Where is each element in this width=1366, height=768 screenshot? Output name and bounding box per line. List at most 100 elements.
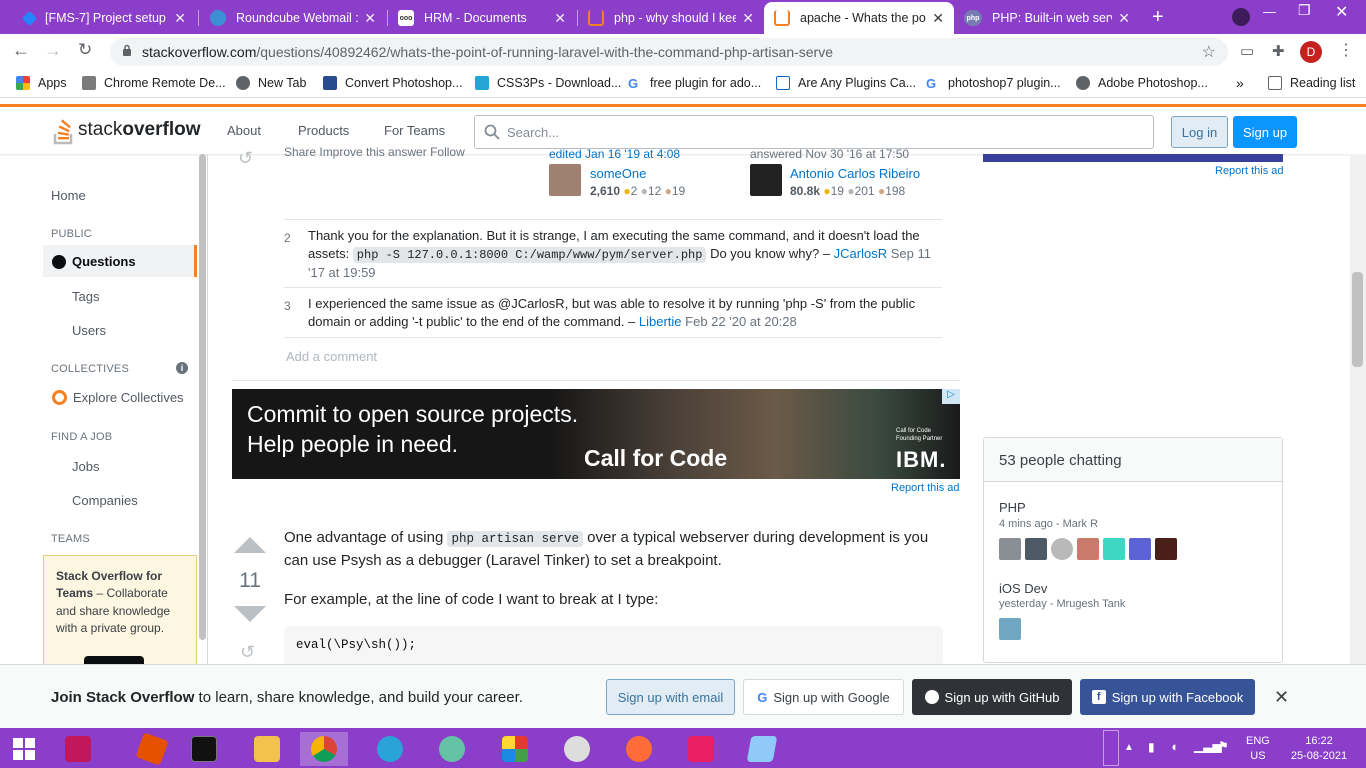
bookmark-photoshop7[interactable]: Gphotoshop7 plugin...: [926, 76, 1061, 91]
cmd-app-icon[interactable]: [180, 732, 228, 766]
chat-room-php[interactable]: PHP: [999, 500, 1026, 515]
chat-title[interactable]: 53 people chatting: [984, 438, 1282, 482]
bookmark-css3ps[interactable]: CSS3Ps - Download...: [475, 76, 621, 90]
avatar[interactable]: [999, 538, 1021, 560]
notes-app-icon[interactable]: [738, 732, 786, 766]
page-scrollbar-thumb[interactable]: [1352, 272, 1363, 367]
avatar[interactable]: [1129, 538, 1151, 560]
restore-icon[interactable]: ❐: [1298, 2, 1311, 19]
avatar[interactable]: [1103, 538, 1125, 560]
cast-icon[interactable]: ▭: [1240, 42, 1254, 60]
menu-icon[interactable]: ⋮: [1338, 40, 1354, 60]
back-icon[interactable]: ←: [12, 40, 30, 61]
app-icon-colorful[interactable]: [491, 732, 539, 766]
nav-about[interactable]: About: [227, 123, 261, 138]
sidebar-scrollbar[interactable]: [199, 154, 206, 640]
reload-icon[interactable]: ↻: [78, 40, 92, 60]
address-bar[interactable]: stackoverflow.com/questions/40892462/wha…: [110, 38, 1228, 66]
comment-user[interactable]: Libertie: [639, 314, 682, 329]
editor-name[interactable]: someOne: [590, 166, 646, 181]
close-icon[interactable]: ✕: [174, 10, 186, 27]
edited-date[interactable]: edited Jan 16 '19 at 4:08: [549, 147, 680, 161]
profile-avatar[interactable]: D: [1300, 41, 1322, 63]
forward-icon[interactable]: →: [44, 40, 62, 61]
app-icon-blue[interactable]: [366, 732, 414, 766]
bookmark-star-icon[interactable]: ☆: [1202, 42, 1216, 62]
more-bookmarks-icon[interactable]: »: [1236, 75, 1244, 91]
nav-companies[interactable]: Companies: [72, 493, 138, 508]
postman-app-icon[interactable]: [615, 732, 663, 766]
tab-php-builtin[interactable]: php PHP: Built-in web serve ✕: [954, 2, 1140, 34]
tab-fms[interactable]: [FMS-7] Project setup o ✕: [14, 2, 196, 34]
gimp-app-icon[interactable]: [553, 732, 601, 766]
tab-hrm[interactable]: ooo HRM - Documents ✕: [388, 2, 576, 34]
taskbar-widget[interactable]: [1103, 730, 1119, 766]
bookmark-free-plugin[interactable]: Gfree plugin for ado...: [628, 76, 761, 91]
comment-user[interactable]: JCarlosR: [834, 246, 887, 261]
nav-explore-collectives[interactable]: Explore Collectives: [52, 390, 184, 405]
tab-php-keep[interactable]: php - why should I keep ✕: [578, 2, 764, 34]
minimize-icon[interactable]: —: [1263, 4, 1276, 19]
new-tab-icon[interactable]: +: [1152, 6, 1164, 29]
nav-questions[interactable]: Questions: [52, 254, 136, 269]
editor-avatar[interactable]: [549, 164, 581, 196]
avatar[interactable]: [999, 618, 1021, 640]
nav-tags[interactable]: Tags: [72, 289, 99, 304]
nav-jobs[interactable]: Jobs: [72, 459, 99, 474]
avatar[interactable]: [1155, 538, 1177, 560]
avatar[interactable]: [1077, 538, 1099, 560]
adchoices-icon[interactable]: ▷: [942, 389, 960, 404]
close-icon[interactable]: ✕: [742, 10, 754, 27]
downvote-icon[interactable]: [234, 606, 266, 623]
chrome-app-icon[interactable]: [300, 732, 348, 766]
ad-banner[interactable]: Commit to open source projects. Help peop…: [232, 389, 960, 479]
tab-apache-active[interactable]: apache - Whats the poi ✕: [764, 2, 954, 34]
bookmark-apps[interactable]: Apps: [16, 76, 67, 90]
bookmark-convert-photoshop[interactable]: Convert Photoshop...: [323, 76, 462, 90]
flag-icon[interactable]: ⚑: [1218, 739, 1229, 754]
paint-app-icon[interactable]: [128, 732, 176, 766]
bookmark-are-any-plugins[interactable]: Are Any Plugins Ca...: [776, 76, 916, 90]
signup-google-button[interactable]: G Sign up with Google: [743, 679, 904, 715]
page-scrollbar[interactable]: [1350, 154, 1366, 728]
tab-search-icon[interactable]: [1232, 8, 1250, 26]
clock[interactable]: 16:22 25-08-2021: [1286, 734, 1352, 764]
report-ad-link[interactable]: Report this ad: [891, 482, 959, 494]
history-icon[interactable]: ↺: [240, 642, 255, 663]
avatar[interactable]: [1051, 538, 1073, 560]
window-close-icon[interactable]: ✕: [1335, 2, 1348, 22]
so-logo[interactable]: stack overflow: [52, 115, 200, 145]
volume-icon[interactable]: ◖: [1170, 739, 1178, 754]
windows-start-icon[interactable]: [0, 732, 48, 766]
reading-list[interactable]: Reading list: [1268, 76, 1355, 90]
signup-button[interactable]: Sign up: [1233, 116, 1297, 148]
nav-for-teams[interactable]: For Teams: [384, 123, 445, 138]
history-icon[interactable]: ↺: [238, 148, 253, 169]
signup-email-button[interactable]: Sign up with email: [606, 679, 735, 715]
add-comment-link[interactable]: Add a comment: [286, 349, 377, 364]
nav-products[interactable]: Products: [298, 123, 349, 138]
input-language[interactable]: ENG US: [1246, 734, 1270, 764]
close-icon[interactable]: ✕: [554, 10, 566, 27]
avatar[interactable]: [1025, 538, 1047, 560]
comment-date[interactable]: Feb 22 '20 at 20:28: [682, 314, 797, 329]
report-ad-link[interactable]: Report this ad: [1215, 165, 1283, 177]
close-icon[interactable]: ✕: [1118, 10, 1130, 27]
bookmark-new-tab[interactable]: New Tab: [236, 76, 306, 90]
tray-chevron-icon[interactable]: ▲: [1124, 740, 1134, 755]
close-banner-icon[interactable]: ✕: [1274, 687, 1289, 708]
extensions-icon[interactable]: ✚: [1272, 42, 1285, 60]
battery-icon[interactable]: ▮: [1148, 740, 1155, 755]
wamp-app-icon[interactable]: [677, 732, 725, 766]
close-icon[interactable]: ✕: [364, 10, 376, 27]
login-button[interactable]: Log in: [1171, 116, 1228, 148]
author-avatar[interactable]: [750, 164, 782, 196]
bookmark-chrome-remote[interactable]: Chrome Remote De...: [82, 76, 226, 90]
nav-users[interactable]: Users: [72, 323, 106, 338]
close-icon[interactable]: ✕: [932, 10, 944, 27]
signup-github-button[interactable]: Sign up with GitHub: [912, 679, 1072, 715]
camera-app-icon[interactable]: [54, 732, 102, 766]
info-icon[interactable]: i: [176, 362, 188, 374]
bookmark-adobe-photoshop[interactable]: Adobe Photoshop...: [1076, 76, 1208, 90]
author-name[interactable]: Antonio Carlos Ribeiro: [790, 166, 920, 181]
